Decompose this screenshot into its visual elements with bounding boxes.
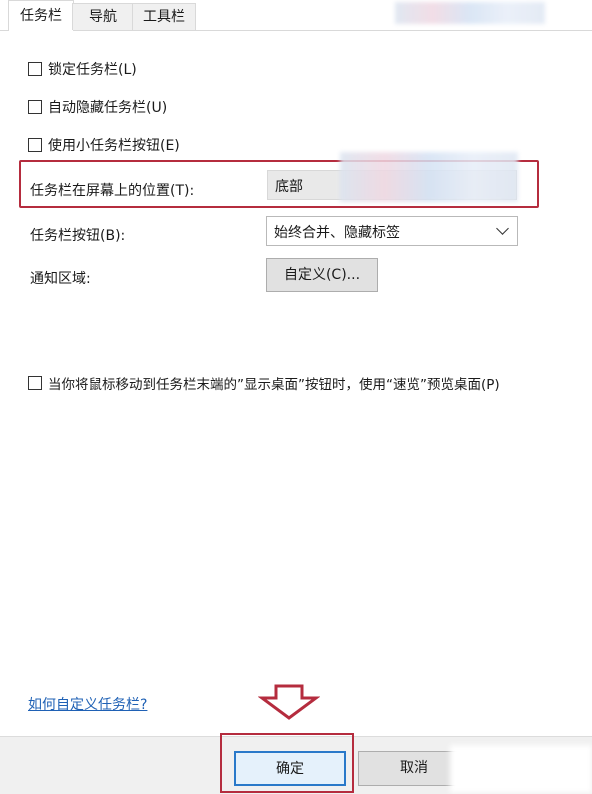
down-arrow-icon xyxy=(258,684,320,720)
small-buttons-option[interactable]: 使用小任务栏按钮(E) xyxy=(28,135,180,155)
position-label: 任务栏在屏幕上的位置(T): xyxy=(30,183,195,199)
blurred-region-top xyxy=(395,2,545,24)
taskbar-buttons-value: 始终合并、隐藏标签 xyxy=(274,225,400,241)
tab-taskbar[interactable]: 任务栏 xyxy=(8,0,74,31)
auto-hide-checkbox[interactable] xyxy=(28,100,42,114)
peek-option[interactable]: 当你将鼠标移动到任务栏末端的”显示桌面”按钮时，使用“速览”预览桌面(P) xyxy=(28,373,500,393)
lock-taskbar-option[interactable]: 锁定任务栏(L) xyxy=(28,59,137,79)
lock-taskbar-checkbox[interactable] xyxy=(28,62,42,76)
blurred-region-position xyxy=(340,152,518,202)
lock-taskbar-label: 锁定任务栏(L) xyxy=(48,62,137,78)
taskbar-buttons-label: 任务栏按钮(B): xyxy=(30,228,126,244)
small-buttons-label: 使用小任务栏按钮(E) xyxy=(48,138,180,154)
tab-toolbars[interactable]: 工具栏 xyxy=(132,3,196,30)
auto-hide-option[interactable]: 自动隐藏任务栏(U) xyxy=(28,97,167,117)
tab-navigation[interactable]: 导航 xyxy=(72,3,134,30)
position-value: 底部 xyxy=(275,179,303,195)
taskbar-buttons-select[interactable]: 始终合并、隐藏标签 xyxy=(266,216,518,246)
small-buttons-checkbox[interactable] xyxy=(28,138,42,152)
watermark-smudge xyxy=(450,745,592,793)
notification-area-label: 通知区域: xyxy=(30,271,91,287)
help-link[interactable]: 如何自定义任务栏? xyxy=(28,694,147,714)
customize-button[interactable]: 自定义(C)... xyxy=(266,258,378,292)
chevron-down-icon xyxy=(496,222,509,235)
peek-checkbox[interactable] xyxy=(28,376,42,390)
peek-label: 当你将鼠标移动到任务栏末端的”显示桌面”按钮时，使用“速览”预览桌面(P) xyxy=(48,377,500,393)
auto-hide-label: 自动隐藏任务栏(U) xyxy=(48,100,168,116)
ok-button[interactable]: 确定 xyxy=(234,751,346,786)
